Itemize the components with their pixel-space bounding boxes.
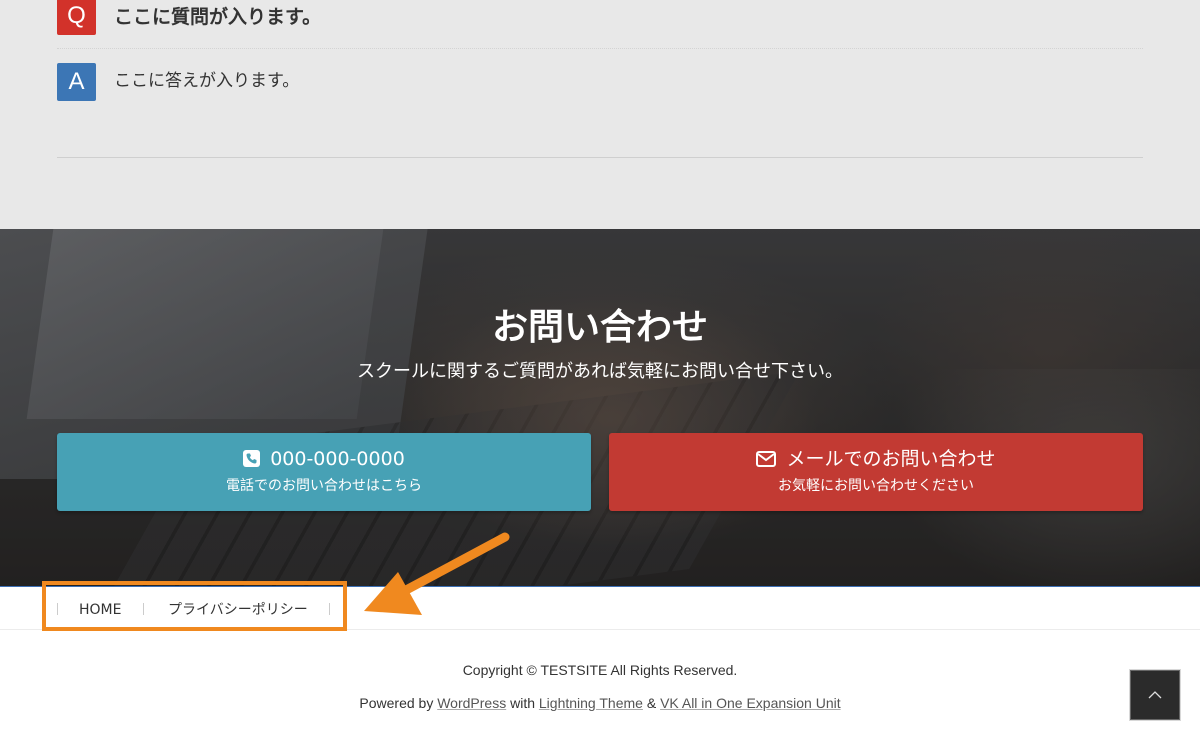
contact-title: お問い合わせ (491, 307, 708, 348)
phone-note: 電話でのお問い合わせはこちら (226, 478, 422, 494)
lightning-theme-link[interactable]: Lightning Theme (539, 695, 643, 711)
copyright: Copyright © TESTSITE All Rights Reserved… (462, 662, 738, 678)
powered-prefix: Powered by (359, 695, 434, 711)
contact-subtitle: スクールに関するご質問があれば気軽にお問い合せ下さい。 (357, 361, 843, 382)
phone-square-icon (243, 448, 261, 474)
chevron-up-icon (1131, 671, 1179, 719)
mail-contact-button[interactable]: メールでのお問い合わせ お気軽にお問い合わせください (609, 433, 1143, 511)
powered-by: Powered by WordPress with Lightning Them… (0, 693, 1200, 713)
back-to-top-button[interactable] (1130, 670, 1180, 720)
nav-separator (57, 603, 58, 615)
faq-question: ここに質問が入ります。 (114, 6, 322, 28)
footer-nav: HOME プライバシーポリシー (0, 581, 1200, 631)
mail-button-main: メールでのお問い合わせ (609, 446, 1143, 474)
contact-section: お問い合わせ スクールに関するご質問があれば気軽にお問い合せ下さい。 000-0… (0, 229, 1200, 586)
answer-badge: A (57, 63, 96, 101)
footer-nav-home[interactable]: HOME (79, 601, 121, 619)
background-overlay (0, 229, 1200, 586)
phone-number: 000-000-0000 (270, 448, 405, 470)
mail-note: お気軽にお問い合わせください (778, 478, 974, 494)
faq-answer: ここに答えが入ります。 (114, 71, 300, 91)
vk-expansion-unit-link[interactable]: VK All in One Expansion Unit (660, 695, 841, 711)
faq-divider (57, 157, 1143, 158)
faq-question-row: Q ここに質問が入ります。 (57, 0, 1143, 49)
nav-separator (329, 603, 330, 615)
mail-label: メールでのお問い合わせ (786, 448, 996, 470)
faq-section: Q ここに質問が入ります。 A ここに答えが入ります。 (0, 0, 1200, 229)
envelope-icon (756, 448, 777, 474)
nav-separator (143, 603, 144, 615)
question-badge: Q (57, 0, 96, 35)
phone-button-main: 000-000-0000 (57, 446, 591, 474)
phone-contact-button[interactable]: 000-000-0000 電話でのお問い合わせはこちら (57, 433, 591, 511)
footer-nav-privacy-policy[interactable]: プライバシーポリシー (168, 601, 308, 619)
powered-with: with (510, 695, 535, 711)
powered-amp: & (646, 695, 657, 711)
wordpress-link[interactable]: WordPress (437, 695, 506, 711)
